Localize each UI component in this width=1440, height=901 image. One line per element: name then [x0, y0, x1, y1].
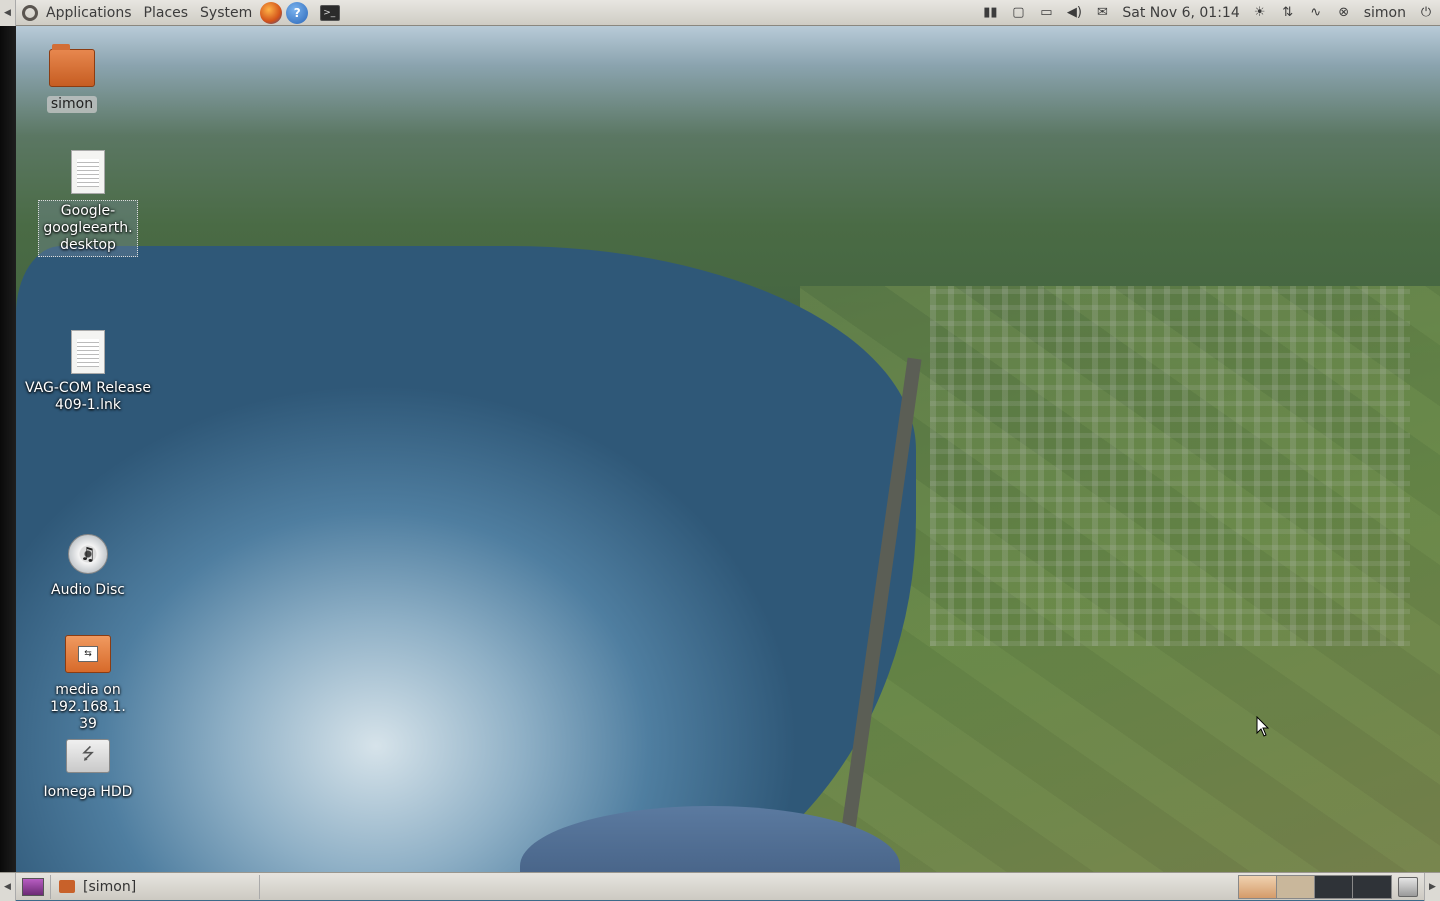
system-menu[interactable]: System — [194, 0, 258, 26]
help-icon[interactable]: ? — [286, 1, 309, 24]
workspace-1[interactable] — [1239, 875, 1277, 898]
places-menu[interactable]: Places — [138, 0, 195, 26]
desktop-icon-audio-disc[interactable]: ♫ Audio Disc — [18, 530, 158, 599]
mail-icon[interactable]: ✉ — [1092, 5, 1112, 21]
workspace-2[interactable] — [1277, 875, 1315, 898]
show-desktop-button[interactable] — [22, 877, 44, 896]
volume-icon[interactable]: ◀) — [1064, 5, 1084, 21]
bottom-panel-hide-left-arrow[interactable]: ◀ — [0, 872, 16, 901]
desktop-icon-home-folder[interactable]: simon — [2, 44, 142, 113]
desktop-icon-vagcom-link[interactable]: VAG-COM Release 409-1.lnk — [18, 328, 158, 414]
user-menu[interactable]: simon — [1364, 5, 1406, 21]
workspace-3[interactable] — [1315, 875, 1353, 898]
system-monitor-icon[interactable]: ∿ — [1306, 5, 1326, 21]
panel-hide-left-arrow[interactable]: ◀ — [0, 0, 16, 26]
top-panel: ◀ Applications Places System ? >_ ▮▮ ▢ ▭… — [0, 0, 1440, 26]
audio-cd-icon: ♫ — [68, 534, 108, 574]
usb-drive-icon: ⭍ — [66, 739, 110, 773]
taskbar-window-simon[interactable]: [simon] — [50, 874, 260, 899]
desktop-icon-label: Iomega HDD — [43, 784, 133, 800]
battery-icon[interactable]: ▭ — [1036, 5, 1056, 21]
terminal-icon[interactable]: >_ — [320, 4, 341, 21]
window-list-icon[interactable]: ▢ — [1008, 5, 1028, 21]
ubuntu-logo-icon — [22, 4, 38, 21]
user-status-icon[interactable]: ⊗ — [1334, 5, 1354, 21]
battery-monitor-icon[interactable]: ▮▮ — [980, 5, 1000, 21]
applications-menu-label: Applications — [46, 4, 132, 21]
home-folder-icon — [49, 44, 95, 87]
firefox-icon[interactable] — [260, 1, 283, 24]
desktop-icon-label: media on 192.168.1. 39 — [50, 682, 126, 732]
workspace-4[interactable] — [1353, 875, 1391, 898]
power-icon[interactable]: ⏻ — [1416, 5, 1436, 21]
desktop-left-edge — [0, 26, 16, 872]
notification-icon[interactable]: ☀ — [1250, 5, 1270, 21]
wallpaper-town — [930, 286, 1410, 646]
folder-icon — [59, 880, 75, 893]
desktop-icon-label: VAG-COM Release 409-1.lnk — [25, 380, 151, 413]
desktop-icon-network-share[interactable]: ⇆ media on 192.168.1. 39 — [18, 630, 158, 733]
desktop-wallpaper[interactable] — [0, 26, 1440, 872]
workspace-switcher[interactable] — [1238, 874, 1392, 899]
clock[interactable]: Sat Nov 6, 01:14 — [1122, 5, 1239, 21]
text-document-icon — [71, 330, 105, 374]
trash-icon[interactable] — [1398, 876, 1418, 897]
bottom-panel: ◀ [simon] ▶ — [0, 872, 1440, 901]
desktop-icon-iomega-hdd[interactable]: ⭍ Iomega HDD — [18, 732, 158, 801]
desktop-icon-label: simon — [46, 96, 98, 113]
desktop-icon-label: Google- googleearth. desktop — [38, 200, 138, 257]
bottom-panel-hide-right-arrow[interactable]: ▶ — [1424, 872, 1440, 901]
network-icon[interactable]: ⇅ — [1278, 5, 1298, 21]
taskbar-window-title: [simon] — [83, 878, 137, 895]
network-folder-icon: ⇆ — [65, 635, 111, 673]
mouse-cursor-icon — [1256, 716, 1270, 737]
desktop-icon-label: Audio Disc — [51, 582, 125, 598]
applications-menu[interactable]: Applications — [16, 0, 138, 26]
untrusted-launcher-icon — [71, 150, 105, 194]
desktop-icon-googleearth-launcher[interactable]: Google- googleearth. desktop — [18, 148, 158, 257]
system-tray: ▮▮ ▢ ▭ ◀) ✉ Sat Nov 6, 01:14 ☀ ⇅ ∿ ⊗ sim… — [976, 0, 1440, 26]
